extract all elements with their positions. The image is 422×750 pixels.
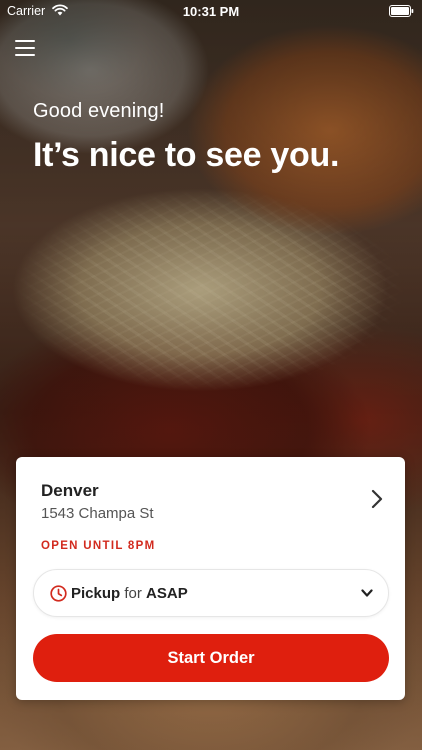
location-address: 1543 Champa St <box>41 505 154 522</box>
start-order-button[interactable]: Start Order <box>33 634 389 682</box>
chevron-right-icon <box>371 489 383 509</box>
menu-icon-line <box>15 54 35 56</box>
order-card: Denver 1543 Champa St OPEN UNTIL 8PM Pic… <box>16 457 405 700</box>
order-mode-type: Pickup <box>71 585 121 602</box>
order-mode-text: Pickup for ASAP <box>71 585 188 602</box>
status-bar: Carrier 10:31 PM <box>0 0 422 22</box>
status-time: 10:31 PM <box>182 4 240 19</box>
store-hours: OPEN UNTIL 8PM <box>41 540 156 552</box>
order-mode-dropdown[interactable]: Pickup for ASAP <box>33 569 389 617</box>
menu-icon-line <box>15 40 35 42</box>
location-city: Denver <box>41 481 99 500</box>
order-mode-connector: for <box>124 585 142 602</box>
menu-button[interactable] <box>14 38 36 58</box>
location-selector[interactable]: Denver 1543 Champa St <box>16 457 405 535</box>
headline-text: It’s nice to see you. <box>33 136 340 174</box>
clock-icon <box>50 585 67 602</box>
greeting-text: Good evening! <box>33 100 165 122</box>
order-mode-time: ASAP <box>146 585 188 602</box>
menu-icon-line <box>15 47 35 49</box>
battery-icon <box>389 5 414 17</box>
chevron-down-icon <box>361 589 373 597</box>
